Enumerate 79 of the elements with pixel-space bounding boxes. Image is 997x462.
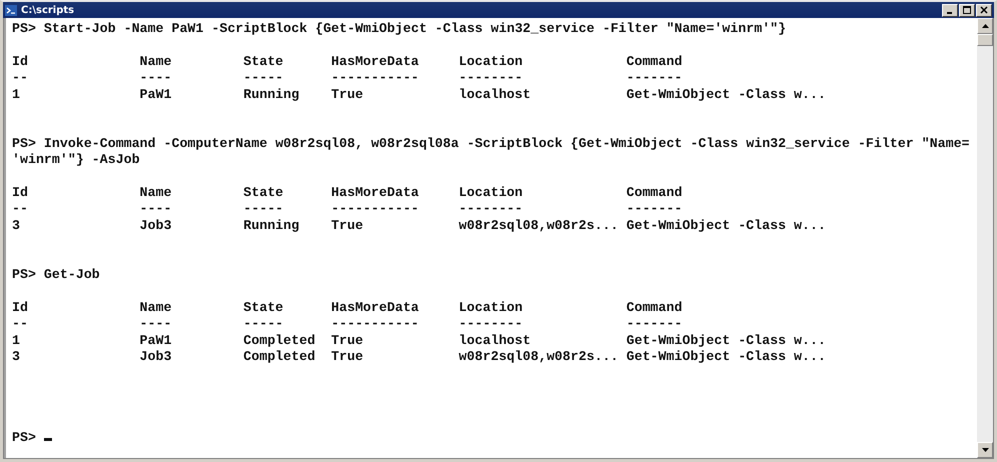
table-cell-text: Completed (243, 332, 316, 350)
table-cell-text: True (331, 86, 364, 104)
header-rule: ---- (140, 201, 173, 218)
header-rule: -------- (458, 201, 524, 218)
window-title: C:\scripts (21, 4, 74, 16)
scroll-up-button[interactable] (977, 18, 993, 34)
table-cell-text: Running (243, 86, 300, 104)
table-cell-text: Running (243, 218, 300, 234)
table-cell-text: True (331, 349, 364, 366)
table-cell: Get-WmiObject -Class w... (626, 349, 826, 366)
text-cursor (44, 438, 52, 442)
scroll-down-button[interactable] (977, 442, 993, 458)
table-cell-text: localhost (458, 86, 532, 104)
column-header: Command (626, 54, 684, 70)
header-rule: ----------- (331, 70, 420, 87)
table-cell: Get-WmiObject -Class w... (626, 332, 826, 350)
terminal-icon (5, 4, 17, 16)
header-rule: -- (12, 316, 29, 333)
column-header: HasMoreData (331, 185, 420, 202)
maximize-icon (963, 6, 971, 14)
scroll-thumb[interactable] (977, 34, 993, 46)
table-cell-text: Job3 (140, 349, 173, 366)
table-cell-text: PaW1 (140, 86, 173, 104)
header-rule: ----- (243, 316, 284, 333)
down-arrow-icon (982, 448, 988, 452)
header-rule: ---- (140, 70, 173, 87)
column-header: State (243, 300, 284, 316)
table-cell: Get-WmiObject -Class w... (626, 86, 826, 104)
table-cell-text: w08r2sql08,w08r2s... (458, 349, 620, 366)
table-cell-text: Job3 (140, 218, 173, 234)
table-cell-text: w08r2sql08,w08r2s... (458, 218, 620, 234)
table-cell-text: localhost (458, 332, 532, 350)
table-cell-text: True (331, 218, 364, 234)
column-header: State (243, 185, 284, 202)
table-cell-text: Completed (243, 349, 316, 366)
header-rule: -------- (458, 316, 524, 333)
header-rule: ----------- (331, 316, 420, 333)
column-header: Location (458, 54, 524, 70)
maximize-button[interactable] (959, 4, 975, 16)
command-line: 'winrm'"} -AsJob (12, 152, 141, 169)
column-header: Id (12, 185, 29, 202)
table-cell-text: 3 (12, 218, 21, 234)
header-rule: -------- (458, 70, 524, 87)
column-header: Location (458, 185, 524, 202)
column-header: Id (12, 54, 29, 70)
table-cell-text: 3 (12, 349, 21, 366)
header-rule: -- (12, 201, 29, 218)
table-cell: Get-WmiObject -Class w... (626, 218, 826, 234)
column-header: Name (140, 185, 173, 202)
column-header: Name (140, 54, 173, 70)
header-rule: ----- (243, 70, 284, 87)
column-header: HasMoreData (331, 300, 420, 316)
command-line: PS> Start-Job -Name PaW1 -ScriptBlock {Get-WmiObject -Class win32_service -Filter "Name='winrm'"} (12, 21, 788, 38)
header-rule: ----- (243, 201, 284, 218)
prompt-text: PS> (12, 430, 36, 447)
table-cell-text: 1 (12, 86, 21, 104)
minimize-button[interactable] (942, 4, 958, 16)
column-header: Location (458, 300, 524, 316)
close-button[interactable] (976, 4, 992, 16)
up-arrow-icon (982, 24, 988, 28)
column-header: State (243, 54, 284, 70)
scrollbar[interactable] (977, 18, 993, 458)
table-cell-text: PaW1 (140, 332, 173, 350)
command-line: PS> Invoke-Command -ComputerName w08r2sql08, w08r2sql08a -ScriptBlock {Get-WmiObject -Class win32_service -Filter "Name= (12, 136, 971, 152)
header-rule: ------- (626, 201, 684, 218)
table-cell-text: True (331, 332, 364, 350)
header-rule: ---- (140, 316, 173, 333)
header-rule: -- (12, 70, 29, 87)
header-rule: ----------- (331, 201, 420, 218)
column-header: Command (626, 185, 684, 202)
column-header: Command (626, 300, 684, 316)
column-header: Id (12, 300, 29, 316)
close-icon (980, 6, 988, 14)
table-cell-text: 1 (12, 332, 21, 350)
column-header: Name (140, 300, 173, 316)
header-rule: ------- (626, 70, 684, 87)
command-line: PS> Get-Job (12, 267, 101, 284)
column-header: HasMoreData (331, 54, 420, 70)
header-rule: ------- (626, 316, 684, 333)
